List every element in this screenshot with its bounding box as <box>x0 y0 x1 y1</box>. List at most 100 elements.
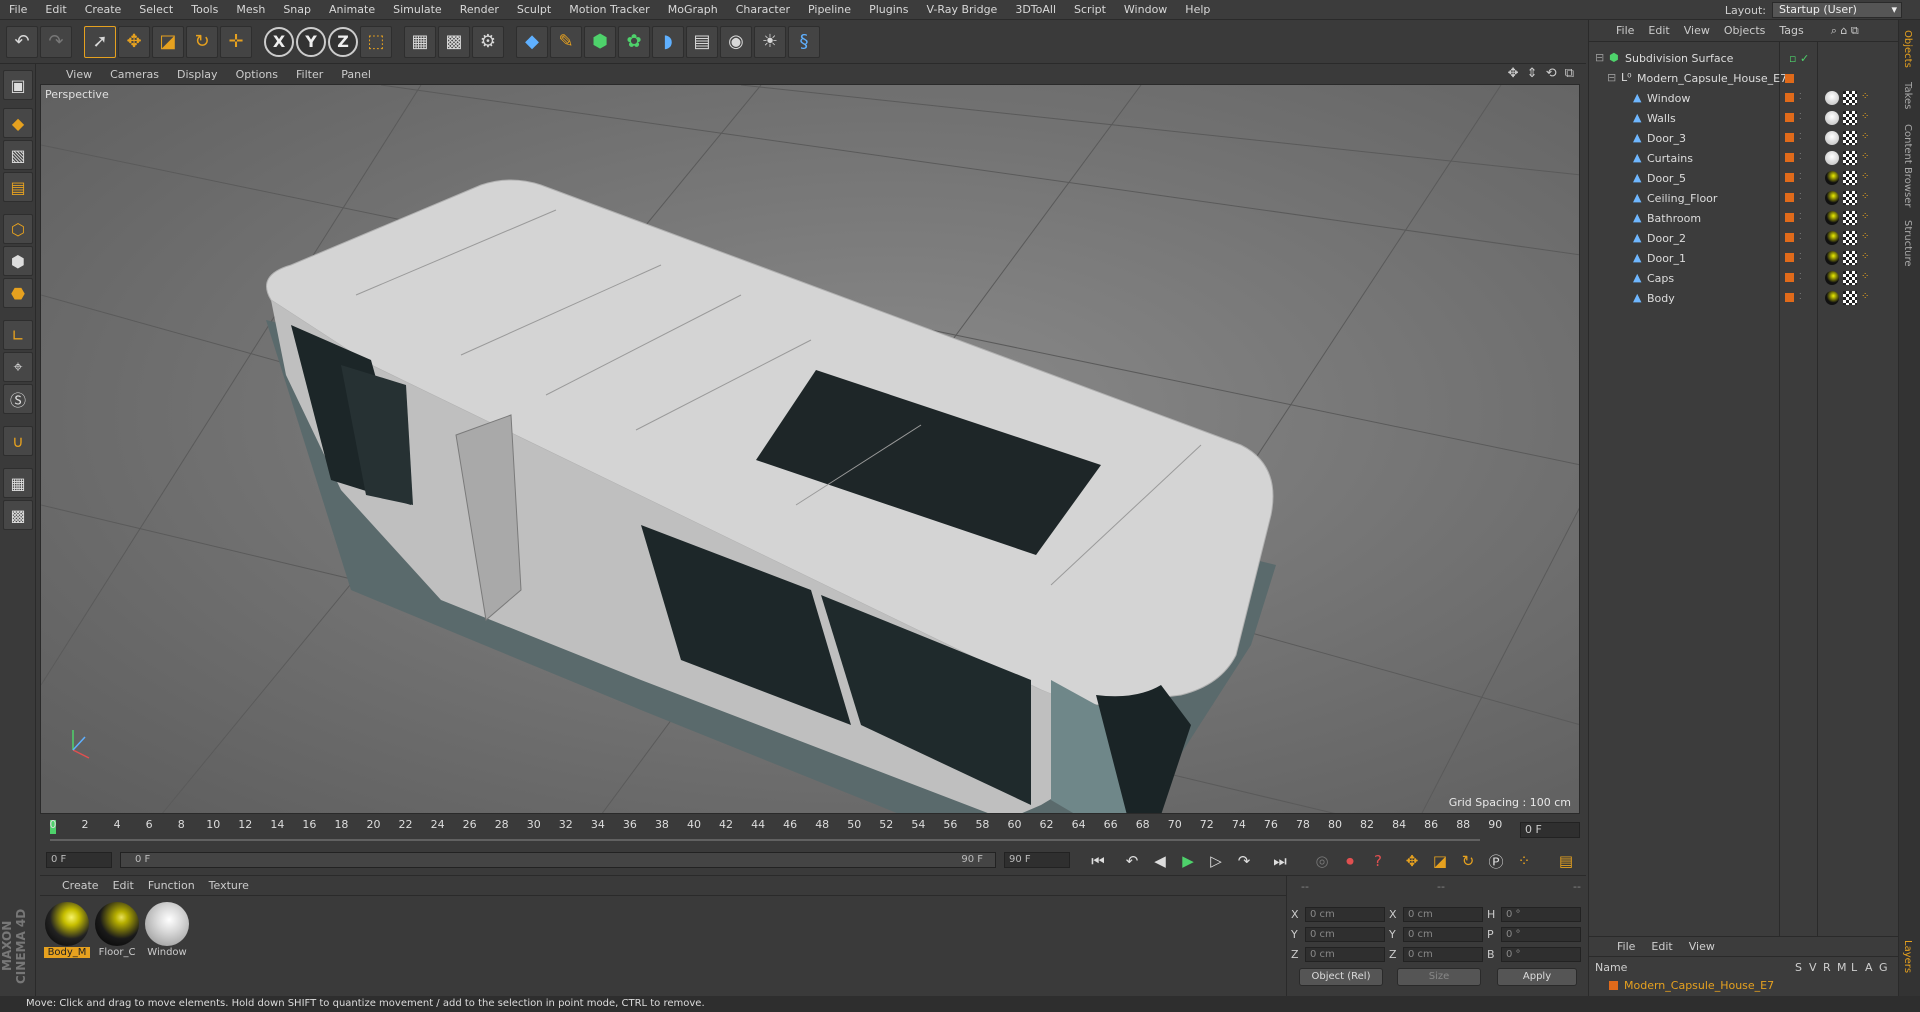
autokey-icon[interactable]: ⏺ <box>1338 849 1362 873</box>
timeline-window-icon[interactable]: ▤ <box>1554 849 1578 873</box>
material-tag-icon[interactable] <box>1825 111 1839 125</box>
position-z-field[interactable]: 0 cm <box>1305 946 1385 962</box>
material-menu-texture[interactable]: Texture <box>202 879 256 892</box>
uvw-tag-icon[interactable] <box>1843 251 1857 265</box>
camera-icon[interactable]: ◉ <box>720 25 752 58</box>
material-floor[interactable]: Floor_C <box>94 902 140 960</box>
material-tag-icon[interactable] <box>1825 191 1839 205</box>
uvw-tag-icon[interactable] <box>1843 211 1857 225</box>
visibility-dots-icon[interactable]: ⁚ <box>1799 232 1802 241</box>
layout-dropdown[interactable]: Startup (User) <box>1772 2 1902 18</box>
object-row-door-3[interactable]: ▲ Door_3 ⁚ ⁘ <box>1589 128 1899 148</box>
tweak-mode-icon[interactable]: ⌖ <box>3 352 33 382</box>
coordinate-system-icon[interactable]: ⬚ <box>360 25 392 58</box>
end-frame-field[interactable]: 90 F <box>1004 852 1070 868</box>
menu-edit[interactable]: Edit <box>36 3 75 16</box>
keyframe-selection-icon[interactable]: ? <box>1366 849 1390 873</box>
selection-tag-icon[interactable]: ⁘ <box>1861 91 1869 102</box>
key-position-icon[interactable]: ✥ <box>1400 849 1424 873</box>
x-axis-icon[interactable]: X <box>264 26 294 57</box>
visibility-dots-icon[interactable]: ⁚ <box>1799 152 1802 161</box>
material-window[interactable]: Window <box>144 902 190 960</box>
selection-tag-icon[interactable]: ⁘ <box>1861 131 1869 142</box>
render-view-icon[interactable]: ▦ <box>404 25 436 58</box>
previous-key-icon[interactable]: ↶ <box>1120 849 1144 873</box>
texture-mode-icon[interactable]: ▧ <box>3 140 33 170</box>
cloner-icon[interactable]: ✿ <box>618 25 650 58</box>
menu-motion-tracker[interactable]: Motion Tracker <box>560 3 658 16</box>
rotate-tool-icon[interactable]: ↻ <box>186 25 218 58</box>
tab-layers[interactable]: Layers <box>1902 940 1913 973</box>
scale-tool-icon[interactable]: ◪ <box>152 25 184 58</box>
visibility-dots-icon[interactable]: ⁚ <box>1799 132 1802 141</box>
material-tag-icon[interactable] <box>1825 291 1839 305</box>
current-frame-field[interactable]: 0 F <box>1520 822 1580 838</box>
object-row-subdivision[interactable]: ⊟ ⬢ Subdivision Surface ▫ ✓ <box>1589 48 1899 68</box>
tab-takes[interactable]: Takes <box>1902 82 1913 109</box>
layer-menu-file[interactable]: File <box>1609 940 1643 953</box>
menu-file[interactable]: File <box>0 3 36 16</box>
uvw-tag-icon[interactable] <box>1843 271 1857 285</box>
undo-icon[interactable]: ↶ <box>6 25 38 58</box>
material-menu-function[interactable]: Function <box>141 879 202 892</box>
object-row-ceiling-floor[interactable]: ▲ Ceiling_Floor ⁚ ⁘ <box>1589 188 1899 208</box>
menu-snap[interactable]: Snap <box>274 3 320 16</box>
timeline-ruler[interactable]: 0 2 4 6 8 10 12 14 16 18 20 22 24 26 28 30 32 34 36 38 40 42 4… <box>40 816 1586 846</box>
start-frame-field[interactable]: 0 F <box>46 852 112 868</box>
edges-mode-icon[interactable]: ⬢ <box>3 246 33 276</box>
uvw-tag-icon[interactable] <box>1843 91 1857 105</box>
menu-tools[interactable]: Tools <box>182 3 227 16</box>
object-row-group[interactable]: ⊟ L⁰ Modern_Capsule_House_E7 <box>1589 68 1899 88</box>
python-icon[interactable]: § <box>788 25 820 58</box>
move-tool-icon[interactable]: ✥ <box>118 25 150 58</box>
object-row-curtains[interactable]: ▲ Curtains ⁚ ⁘ <box>1589 148 1899 168</box>
preview-range-slider[interactable]: 0 F 90 F <box>120 852 996 868</box>
menu-plugins[interactable]: Plugins <box>860 3 917 16</box>
selection-tag-icon[interactable]: ⁘ <box>1861 191 1869 202</box>
next-frame-icon[interactable]: ▷ <box>1204 849 1228 873</box>
light-icon[interactable]: ☀ <box>754 25 786 58</box>
render-settings-icon[interactable]: ⚙ <box>472 25 504 58</box>
material-tag-icon[interactable] <box>1825 271 1839 285</box>
menu-3dtoall[interactable]: 3DToAll <box>1006 3 1065 16</box>
deformer-icon[interactable]: ◗ <box>652 25 684 58</box>
material-tag-icon[interactable] <box>1825 171 1839 185</box>
menu-render[interactable]: Render <box>451 3 508 16</box>
object-row-door-5[interactable]: ▲ Door_5 ⁚ ⁘ <box>1589 168 1899 188</box>
position-x-field[interactable]: 0 cm <box>1305 906 1385 922</box>
uvw-tag-icon[interactable] <box>1843 151 1857 165</box>
layer-row[interactable]: Modern_Capsule_House_E7 <box>1595 977 1774 993</box>
rotation-p-field[interactable]: 0 ° <box>1501 926 1581 942</box>
object-row-window[interactable]: ▲ Window ⁚ ⁘ <box>1589 88 1899 108</box>
visibility-dots-icon[interactable]: ⁚ <box>1799 252 1802 261</box>
tab-content-browser[interactable]: Content Browser <box>1902 124 1913 207</box>
material-tag-icon[interactable] <box>1825 251 1839 265</box>
menu-mesh[interactable]: Mesh <box>227 3 274 16</box>
menu-mograph[interactable]: MoGraph <box>659 3 727 16</box>
snap-magnet-icon[interactable]: ∪ <box>3 426 33 456</box>
collapse-icon[interactable]: ⊟ <box>1607 72 1617 83</box>
key-parameter-icon[interactable]: Ⓟ <box>1484 849 1508 873</box>
solo-mode-icon[interactable]: Ⓢ <box>3 384 33 414</box>
menu-sculpt[interactable]: Sculpt <box>508 3 560 16</box>
tab-structure[interactable]: Structure <box>1902 220 1913 267</box>
material-body[interactable]: Body_M <box>44 902 90 960</box>
cube-object-icon[interactable]: ◆ <box>516 25 548 58</box>
y-axis-icon[interactable]: Y <box>296 26 326 57</box>
visibility-dots-icon[interactable]: ⁚ <box>1799 272 1802 281</box>
size-mode-dropdown[interactable]: Size <box>1397 968 1481 986</box>
selection-tag-icon[interactable]: ⁘ <box>1861 151 1869 162</box>
object-row-door-1[interactable]: ▲ Door_1 ⁚ ⁘ <box>1589 248 1899 268</box>
material-tag-icon[interactable] <box>1825 231 1839 245</box>
model-mode-icon[interactable]: ◆ <box>3 108 33 138</box>
render-picture-viewer-icon[interactable]: ▩ <box>438 25 470 58</box>
selection-tag-icon[interactable]: ⁘ <box>1861 111 1869 122</box>
material-tag-icon[interactable] <box>1825 131 1839 145</box>
uvw-tag-icon[interactable] <box>1843 291 1857 305</box>
apply-button[interactable]: Apply <box>1497 968 1577 986</box>
record-keys-icon[interactable]: ◎ <box>1310 849 1334 873</box>
menu-help[interactable]: Help <box>1176 3 1219 16</box>
selection-tag-icon[interactable]: ⁘ <box>1861 231 1869 242</box>
tab-objects[interactable]: Objects <box>1902 30 1913 68</box>
position-y-field[interactable]: 0 cm <box>1305 926 1385 942</box>
